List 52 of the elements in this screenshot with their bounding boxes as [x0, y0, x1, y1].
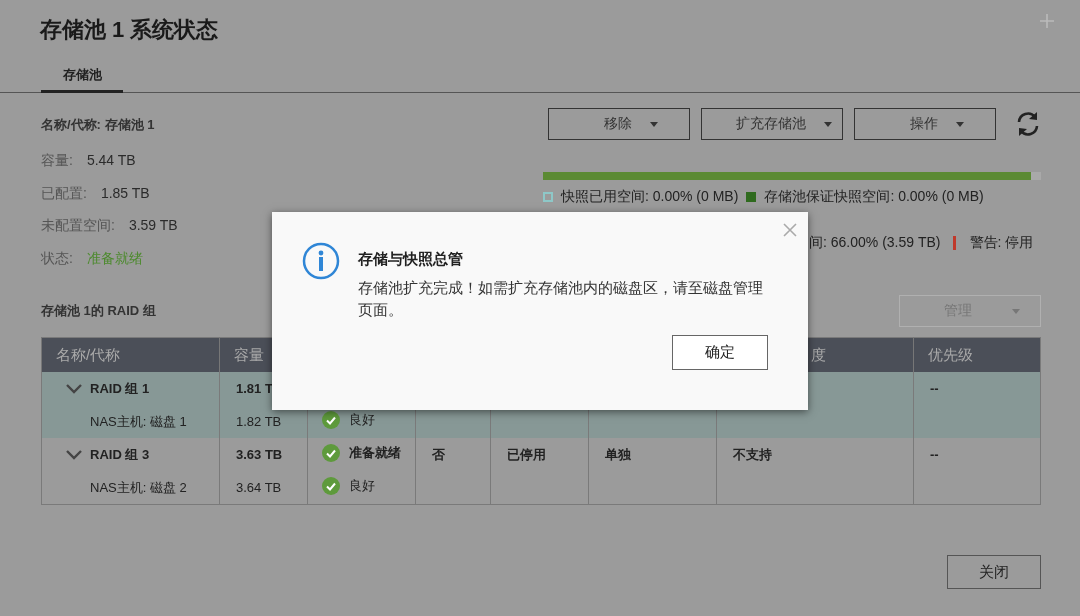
close-icon[interactable] [783, 223, 797, 237]
tab[interactable]: 存储池 [41, 62, 123, 93]
table-cell: -- [930, 381, 939, 396]
table-cell: 3.63 TB [236, 447, 283, 462]
chevron-icon[interactable] [66, 449, 82, 460]
dialog-message: 存储池扩充完成！如需扩充存储池内的磁盘区，请至磁盘管理页面。 [358, 278, 764, 320]
group-name: RAID 组 1 [90, 379, 150, 398]
section-title: 存储池 1的 RAID 组 [41, 302, 156, 320]
table-cell: 准备就绪 [349, 444, 401, 462]
ok-button[interactable]: 确定 [672, 335, 768, 370]
field-label: 已配置: [41, 184, 87, 203]
field-value: 准备就绪 [86, 249, 143, 268]
legend-text: 快照已用空间: 0.00% (0 MB) [561, 188, 739, 206]
table-cell: 良好 [349, 411, 375, 429]
caret-icon [824, 121, 832, 127]
field-label: 状态: [41, 249, 73, 268]
legend-text: 警告: 停用 [969, 234, 1034, 252]
disk-name: NAS主机: 磁盘 2 [90, 479, 187, 495]
disk-name: NAS主机: 磁盘 1 [90, 413, 187, 429]
dropdown-button[interactable]: 操作 [854, 108, 996, 140]
table-cell: 3.64 TB [236, 480, 282, 495]
group-name: RAID 组 3 [90, 445, 150, 464]
refresh-icon[interactable] [1015, 110, 1041, 138]
table-cell: 1.81 T [236, 381, 273, 396]
table-cell: 单独 [605, 445, 631, 464]
caret-icon [956, 121, 964, 127]
field-label: 容量: [41, 152, 73, 170]
dropdown-button[interactable]: 移除 [548, 108, 690, 140]
table-cell: 不支持 [733, 445, 772, 464]
table-cell: 1.82 TB [236, 414, 282, 429]
table-cell: 已停用 [507, 445, 546, 464]
field-value: 5.44 TB [86, 152, 136, 170]
dropdown-button[interactable]: 扩充存储池 [701, 108, 843, 140]
field-label: 未配置空间: [41, 217, 115, 235]
column-header: 名称/代称 [41, 337, 220, 372]
table-cell: 良好 [349, 477, 375, 495]
column-header: 优先级 [913, 337, 1041, 372]
legend-text: 间: 66.00% (3.59 TB) [809, 234, 941, 252]
field-value: 3.59 TB [128, 217, 178, 235]
field-value: 1.85 TB [100, 184, 150, 203]
table-cell: -- [930, 447, 939, 462]
table-cell: 否 [432, 445, 445, 464]
close-button[interactable]: 关闭 [947, 555, 1041, 589]
window-title: 存储池 1 系统状态 [40, 16, 219, 44]
pool-name: 名称/代称: 存储池 1 [41, 116, 156, 134]
legend-text: 存储池保证快照空间: 0.00% (0 MB) [764, 188, 984, 206]
chevron-icon[interactable] [66, 383, 82, 394]
table-row[interactable]: RAID 组 3 3.63 TB 准备就绪 否 已停用 单独 不支持 -- [41, 438, 1041, 471]
caret-icon [1012, 308, 1020, 314]
dialog-title: 存储与快照总管 [358, 250, 464, 269]
info-icon [302, 242, 340, 280]
caret-icon [650, 121, 658, 127]
